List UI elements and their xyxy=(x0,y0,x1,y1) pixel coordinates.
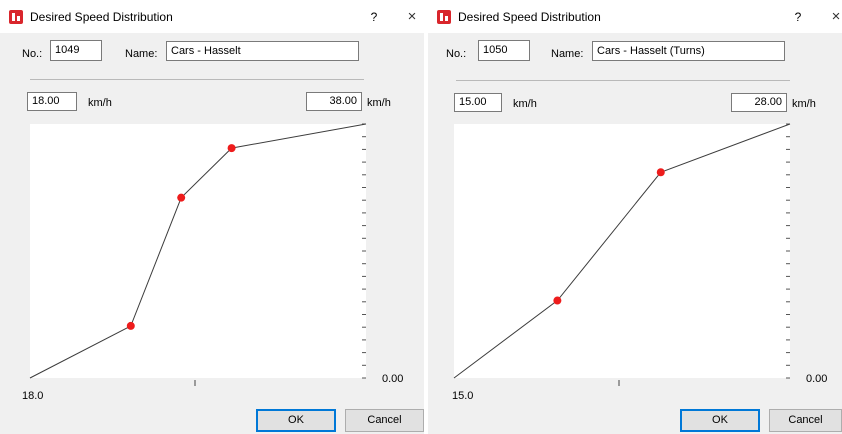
speed-distribution-plot[interactable] xyxy=(29,123,367,386)
min-speed-field[interactable]: 15.00 xyxy=(454,93,502,112)
no-label: No.: xyxy=(22,48,43,60)
distribution-curve xyxy=(453,123,791,379)
app-icon xyxy=(9,10,23,24)
title-bar[interactable]: Desired Speed Distribution ? × xyxy=(428,0,842,33)
window-title: Desired Speed Distribution xyxy=(458,10,601,24)
name-field[interactable]: Cars - Hasselt (Turns) xyxy=(592,41,785,61)
y-axis-ticks xyxy=(786,123,790,379)
cancel-button[interactable]: Cancel xyxy=(345,409,424,432)
separator xyxy=(456,80,790,81)
help-button[interactable]: ? xyxy=(788,8,808,26)
close-icon[interactable]: × xyxy=(825,7,842,27)
x-axis-min-label: 15.0 xyxy=(452,390,474,402)
control-point[interactable] xyxy=(553,296,562,305)
y-axis-min-label: 0.00 xyxy=(382,373,404,385)
separator xyxy=(30,79,364,80)
title-bar[interactable]: Desired Speed Distribution ? × xyxy=(0,0,424,33)
speed-distribution-dialog-1050: Desired Speed Distribution ? × No.: 1050… xyxy=(428,0,842,434)
y-axis-min-label: 0.00 xyxy=(806,373,828,385)
min-speed-unit: km/h xyxy=(88,97,112,109)
cancel-button[interactable]: Cancel xyxy=(769,409,842,432)
app-icon xyxy=(437,10,451,24)
no-label: No.: xyxy=(446,48,467,60)
min-speed-field[interactable]: 18.00 xyxy=(27,92,77,111)
control-point[interactable] xyxy=(177,193,186,202)
ok-button[interactable]: OK xyxy=(256,409,336,432)
plot-svg xyxy=(29,123,367,386)
max-speed-unit: km/h xyxy=(792,98,816,110)
control-point[interactable] xyxy=(126,321,135,330)
plot-svg xyxy=(453,123,791,386)
max-speed-field[interactable]: 38.00 xyxy=(306,92,362,111)
close-icon[interactable]: × xyxy=(401,7,423,27)
distribution-curve xyxy=(29,123,367,379)
control-point[interactable] xyxy=(656,168,665,177)
ok-button[interactable]: OK xyxy=(680,409,760,432)
max-speed-unit: km/h xyxy=(367,97,391,109)
speed-distribution-plot[interactable] xyxy=(453,123,791,386)
max-speed-field[interactable]: 28.00 xyxy=(731,93,787,112)
name-label: Name: xyxy=(551,48,584,60)
y-axis-ticks xyxy=(362,123,366,379)
name-field[interactable]: Cars - Hasselt xyxy=(166,41,359,61)
name-label: Name: xyxy=(125,48,158,60)
control-point[interactable] xyxy=(227,144,236,153)
no-field[interactable]: 1049 xyxy=(50,40,102,61)
no-field[interactable]: 1050 xyxy=(478,40,530,61)
min-speed-unit: km/h xyxy=(513,98,537,110)
speed-distribution-dialog-1049: Desired Speed Distribution ? × No.: 1049… xyxy=(0,0,424,434)
x-axis-min-label: 18.0 xyxy=(22,390,44,402)
help-button[interactable]: ? xyxy=(364,8,384,26)
window-title: Desired Speed Distribution xyxy=(30,10,173,24)
